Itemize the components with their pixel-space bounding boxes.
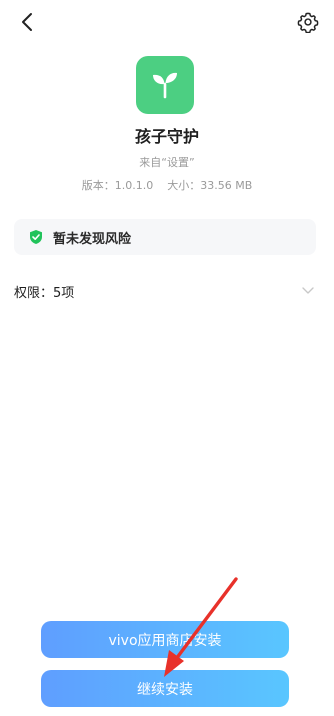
size-label: 大小：33.56 MB xyxy=(167,179,253,192)
continue-install-button[interactable]: 继续安装 xyxy=(41,670,289,707)
install-source: 来自“设置” xyxy=(139,156,195,169)
app-meta: 版本：1.0.1.0 大小：33.56 MB xyxy=(0,177,334,193)
shield-check-icon xyxy=(28,229,44,245)
version-label: 版本：1.0.1.0 xyxy=(81,179,154,192)
chevron-down-icon[interactable] xyxy=(300,283,316,299)
risk-status-card: 暂未发现风险 xyxy=(14,219,316,255)
permissions-row[interactable]: 权限：5项 xyxy=(14,279,316,303)
app-icon xyxy=(136,56,194,114)
back-button[interactable] xyxy=(14,8,42,36)
permissions-label: 权限：5项 xyxy=(14,285,75,301)
risk-status-text: 暂未发现风险 xyxy=(53,231,132,247)
app-name: 孩子守护 xyxy=(134,127,199,146)
back-arrow-icon xyxy=(22,13,32,31)
vivo-store-install-button[interactable]: vivo应用商店安装 xyxy=(41,621,289,658)
settings-button[interactable] xyxy=(294,8,322,36)
gear-icon xyxy=(297,12,319,33)
sprout-icon xyxy=(153,72,177,99)
